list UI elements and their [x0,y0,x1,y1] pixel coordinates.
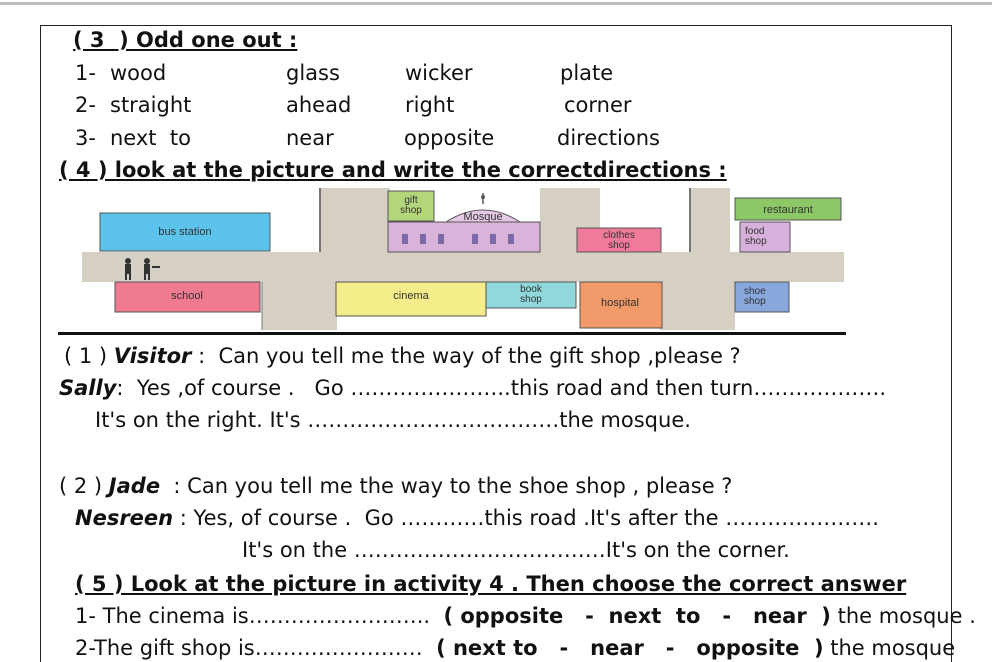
row3-word4: directions [557,126,660,150]
row2-word3: right [405,93,455,117]
dialogue2-line1: : Can you tell me the way to the shoe sh… [160,474,733,498]
row1-number: 1- [75,61,96,85]
question2-suffix: the mosque [823,636,956,660]
row1-word1: wood [110,61,167,85]
dialogue1-line2: : Yes ,of course . Go …………………..this road… [116,376,887,400]
row2-word1: straight [110,93,192,117]
dialogue1-line3: It's on the right. It's ………………………………the … [95,408,691,432]
row1-word3: wicker [405,61,473,85]
dialogue2-reply: Nesreen : Yes, of course . Go …………this r… [75,505,879,531]
page-top-border [0,2,992,5]
dialogue1: ( 1 ) Visitor : Can you tell me the way … [64,343,741,369]
question1-prefix: 1- The cinema is…………………….. [75,604,444,628]
question2-prefix: 2-The gift shop is…………………… [75,636,437,660]
row1-word4: plate [560,61,614,85]
dialogue1-speaker1: Visitor [113,344,192,368]
row2-number: 2- [75,93,96,117]
row3-word3: opposite [404,126,495,150]
row1-word2: glass [286,61,340,85]
section4-title: ( 4 ) look at the picture and write the … [59,158,727,182]
row3-number: 3- [75,126,96,150]
dialogue2-number: ( 2 ) [59,474,103,498]
dialogue2: ( 2 ) Jade : Can you tell me the way to … [59,473,732,499]
row2-word2: ahead [286,93,352,117]
row2-word4: corner [564,93,632,117]
dialogue1-number: ( 1 ) [64,344,108,368]
dialogue2-line2: : Yes, of course . Go …………this road .It'… [173,506,879,530]
section5-title: ( 5 ) Look at the picture in activity 4 … [75,572,907,596]
row3-word2: near [286,126,334,150]
question1: 1- The cinema is…………………….. ( opposite - … [75,603,976,629]
dialogue1-speaker2: Sally [59,376,117,400]
dialogue2-line3: It's on the ………………………………It's on the corn… [242,538,790,562]
dialogue2-speaker2: Nesreen [75,506,174,530]
dialogue1-line1: : Can you tell me the way of the gift sh… [191,344,741,368]
question2-options: ( next to - near - opposite ) [436,636,824,660]
question1-suffix: the mosque . [830,604,976,628]
section-divider [58,332,846,335]
dialogue1-reply: Sally: Yes ,of course . Go …………………..this… [59,375,886,401]
dialogue2-speaker1: Jade [108,474,161,498]
question2: 2-The gift shop is…………………… ( next to - n… [75,635,955,661]
row3-word1: next to [110,126,191,150]
section3-title: ( 3 ) Odd one out : [73,28,298,52]
question1-options: ( opposite - next to - near ) [443,604,831,628]
